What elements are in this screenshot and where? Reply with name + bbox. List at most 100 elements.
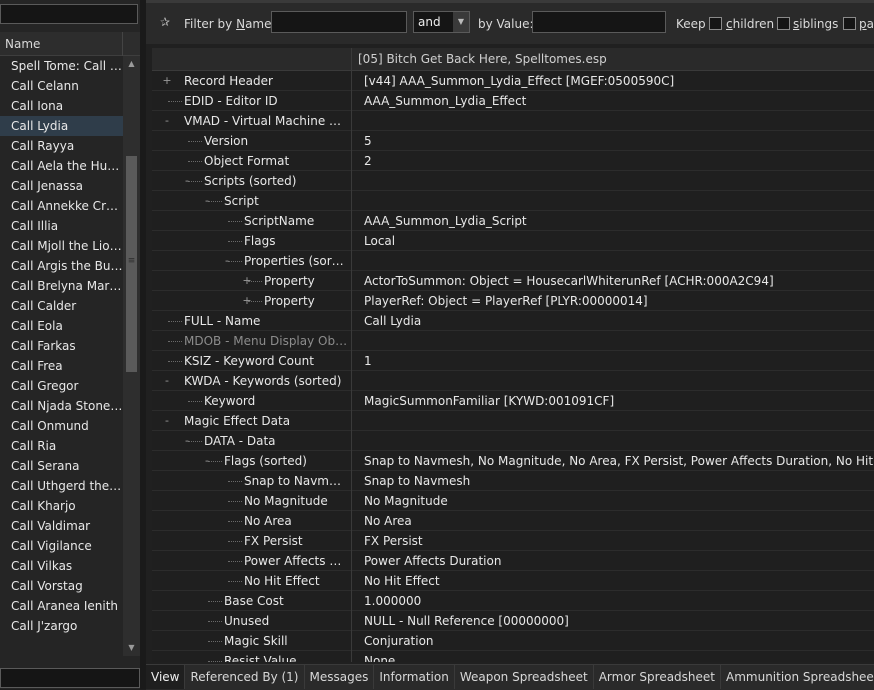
list-column-header[interactable]: Name — [0, 32, 140, 56]
tab-armor-spreadsheet[interactable]: Armor Spreadsheet — [594, 665, 721, 689]
collapse-icon[interactable]: - — [202, 191, 212, 211]
tree-row[interactable]: - Scripts (sorted) — [152, 171, 874, 191]
tree-row[interactable]: Magic Skill Conjuration — [152, 631, 874, 651]
tree-row[interactable]: + Property ActorToSummon: Object = Houseca… — [152, 271, 874, 291]
tree-row[interactable]: Resist Value None — [152, 651, 874, 662]
tree-row[interactable]: No Area No Area — [152, 511, 874, 531]
tab-ammunition-spreadsheet[interactable]: Ammunition Spreadsheet — [721, 665, 874, 689]
list-item[interactable]: Call Uthgerd the U… — [0, 476, 123, 496]
list-item[interactable]: Call Farkas — [0, 336, 123, 356]
tree-row-value[interactable]: AAA_Summon_Lydia_Effect — [364, 91, 526, 111]
tree-column-header[interactable]: [05] Bitch Get Back Here, Spelltomes.esp — [152, 48, 874, 71]
tree-row-value[interactable]: NULL - Null Reference [00000000] — [364, 611, 569, 631]
tree-row-value[interactable]: [v44] AAA_Summon_Lydia_Effect [MGEF:0500… — [364, 71, 674, 91]
pin-icon[interactable]: ✰ — [160, 15, 170, 29]
list-item[interactable]: Call Jenassa — [0, 176, 123, 196]
parents-checkbox[interactable] — [843, 17, 856, 30]
tab-referenced-by-1[interactable]: Referenced By (1) — [185, 665, 305, 689]
tree-row-value[interactable]: Snap to Navmesh, No Magnitude, No Area, … — [364, 451, 874, 471]
list-item[interactable]: Call Serana — [0, 456, 123, 476]
tree-row-value[interactable]: 1 — [364, 351, 372, 371]
tree-row-value[interactable]: 2 — [364, 151, 372, 171]
tree-row[interactable]: No Hit Effect No Hit Effect — [152, 571, 874, 591]
list-item[interactable]: Call Valdimar — [0, 516, 123, 536]
tree-row[interactable]: Base Cost 1.000000 — [152, 591, 874, 611]
children-checkbox[interactable] — [709, 17, 722, 30]
list-item[interactable]: Call Argis the Bul… — [0, 256, 123, 276]
tree-row-value[interactable]: ActorToSummon: Object = HousecarlWhiteru… — [364, 271, 774, 291]
tree-row[interactable]: Power Affects Du… Power Affects Duration — [152, 551, 874, 571]
tree-row[interactable]: - Flags (sorted) Snap to Navmesh, No Magni… — [152, 451, 874, 471]
tree-row-value[interactable]: No Area — [364, 511, 412, 531]
list-item[interactable]: Call J'zargo — [0, 616, 123, 636]
tree-row[interactable]: Unused NULL - Null Reference [00000000] — [152, 611, 874, 631]
list-item[interactable]: Call Aela the Hunt… — [0, 156, 123, 176]
list-item[interactable]: Call Aranea Ienith — [0, 596, 123, 616]
tree-row[interactable]: - Magic Effect Data — [152, 411, 874, 431]
list-item[interactable]: Call Vigilance — [0, 536, 123, 556]
list-item[interactable]: Call Lydia — [0, 116, 123, 136]
tab-weapon-spreadsheet[interactable]: Weapon Spreadsheet — [455, 665, 594, 689]
list-scrollbar[interactable]: ▲ ≡ ▼ — [123, 56, 140, 656]
chevron-down-icon[interactable]: ▼ — [453, 12, 469, 32]
tree-row-value[interactable]: Local — [364, 231, 395, 251]
filter-value-input[interactable] — [532, 11, 666, 33]
list-item[interactable]: Call Vorstag — [0, 576, 123, 596]
list-item[interactable]: Call Brelyna Maryon — [0, 276, 123, 296]
list-item[interactable]: Call Onmund — [0, 416, 123, 436]
expand-icon[interactable]: + — [242, 291, 252, 311]
tree-row-value[interactable]: MagicSummonFamiliar [KYWD:001091CF] — [364, 391, 614, 411]
tab-messages[interactable]: Messages — [305, 665, 375, 689]
collapse-icon[interactable]: - — [182, 171, 192, 191]
list-item[interactable]: Call Kharjo — [0, 496, 123, 516]
tree-row[interactable]: ScriptName AAA_Summon_Lydia_Script — [152, 211, 874, 231]
tree-row-value[interactable]: AAA_Summon_Lydia_Script — [364, 211, 527, 231]
tree-row-value[interactable]: Conjuration — [364, 631, 434, 651]
tree-row-value[interactable]: Snap to Navmesh — [364, 471, 470, 491]
list-item[interactable]: Call Ria — [0, 436, 123, 456]
expand-icon[interactable]: + — [162, 71, 172, 91]
tree-row-value[interactable]: PlayerRef: Object = PlayerRef [PLYR:0000… — [364, 291, 648, 311]
list-item[interactable]: Call Illia — [0, 216, 123, 236]
list-item[interactable]: Spell Tome: Call Jo… — [0, 56, 123, 76]
list-item[interactable]: Call Calder — [0, 296, 123, 316]
tree-row-value[interactable]: Call Lydia — [364, 311, 421, 331]
list-item[interactable]: Call Rayya — [0, 136, 123, 156]
filter-name-input[interactable] — [271, 11, 407, 33]
tree-row[interactable]: Flags Local — [152, 231, 874, 251]
form-id-filter-input[interactable] — [0, 4, 138, 24]
tree-row[interactable]: - DATA - Data — [152, 431, 874, 451]
list-item[interactable]: Call Frea — [0, 356, 123, 376]
tree-row[interactable]: - VMAD - Virtual Machine Ada… — [152, 111, 874, 131]
plugin-file-header[interactable]: [05] Bitch Get Back Here, Spelltomes.esp — [358, 48, 607, 70]
tree-row-value[interactable]: No Hit Effect — [364, 571, 440, 591]
collapse-icon[interactable]: - — [222, 251, 232, 271]
tree-row[interactable]: + Record Header [v44] AAA_Summon_Lydia_Eff… — [152, 71, 874, 91]
tree-row[interactable]: FX Persist FX Persist — [152, 531, 874, 551]
expand-icon[interactable]: + — [242, 271, 252, 291]
tab-view[interactable]: View — [146, 665, 186, 689]
tree-row[interactable]: EDID - Editor ID AAA_Summon_Lydia_Effect — [152, 91, 874, 111]
tree-row[interactable]: Keyword MagicSummonFamiliar [KYWD:001091C… — [152, 391, 874, 411]
list-item[interactable]: Call Annekke Crag… — [0, 196, 123, 216]
collapse-icon[interactable]: - — [162, 111, 172, 131]
tree-row[interactable]: - Properties (sorted) — [152, 251, 874, 271]
tree-row[interactable]: Object Format 2 — [152, 151, 874, 171]
tree-row[interactable]: No Magnitude No Magnitude — [152, 491, 874, 511]
arrow-down-icon[interactable]: ▼ — [123, 640, 140, 656]
tab-information[interactable]: Information — [374, 665, 455, 689]
collapse-icon[interactable]: - — [182, 431, 192, 451]
arrow-up-icon[interactable]: ▲ — [123, 56, 140, 72]
bottom-filter-input[interactable] — [0, 668, 140, 688]
tree-row[interactable]: + Property PlayerRef: Object = PlayerRef [… — [152, 291, 874, 311]
collapse-icon[interactable]: - — [162, 411, 172, 431]
tree-row[interactable]: - Script — [152, 191, 874, 211]
tree-row[interactable]: - KWDA - Keywords (sorted) — [152, 371, 874, 391]
tree-row[interactable]: FULL - Name Call Lydia — [152, 311, 874, 331]
list-item[interactable]: Call Iona — [0, 96, 123, 116]
tree-row[interactable]: Version 5 — [152, 131, 874, 151]
tree-row[interactable]: Snap to Navmesh Snap to Navmesh — [152, 471, 874, 491]
tree-row-value[interactable]: 5 — [364, 131, 372, 151]
column-header-name[interactable]: Name — [5, 37, 40, 51]
list-item[interactable]: Call Celann — [0, 76, 123, 96]
